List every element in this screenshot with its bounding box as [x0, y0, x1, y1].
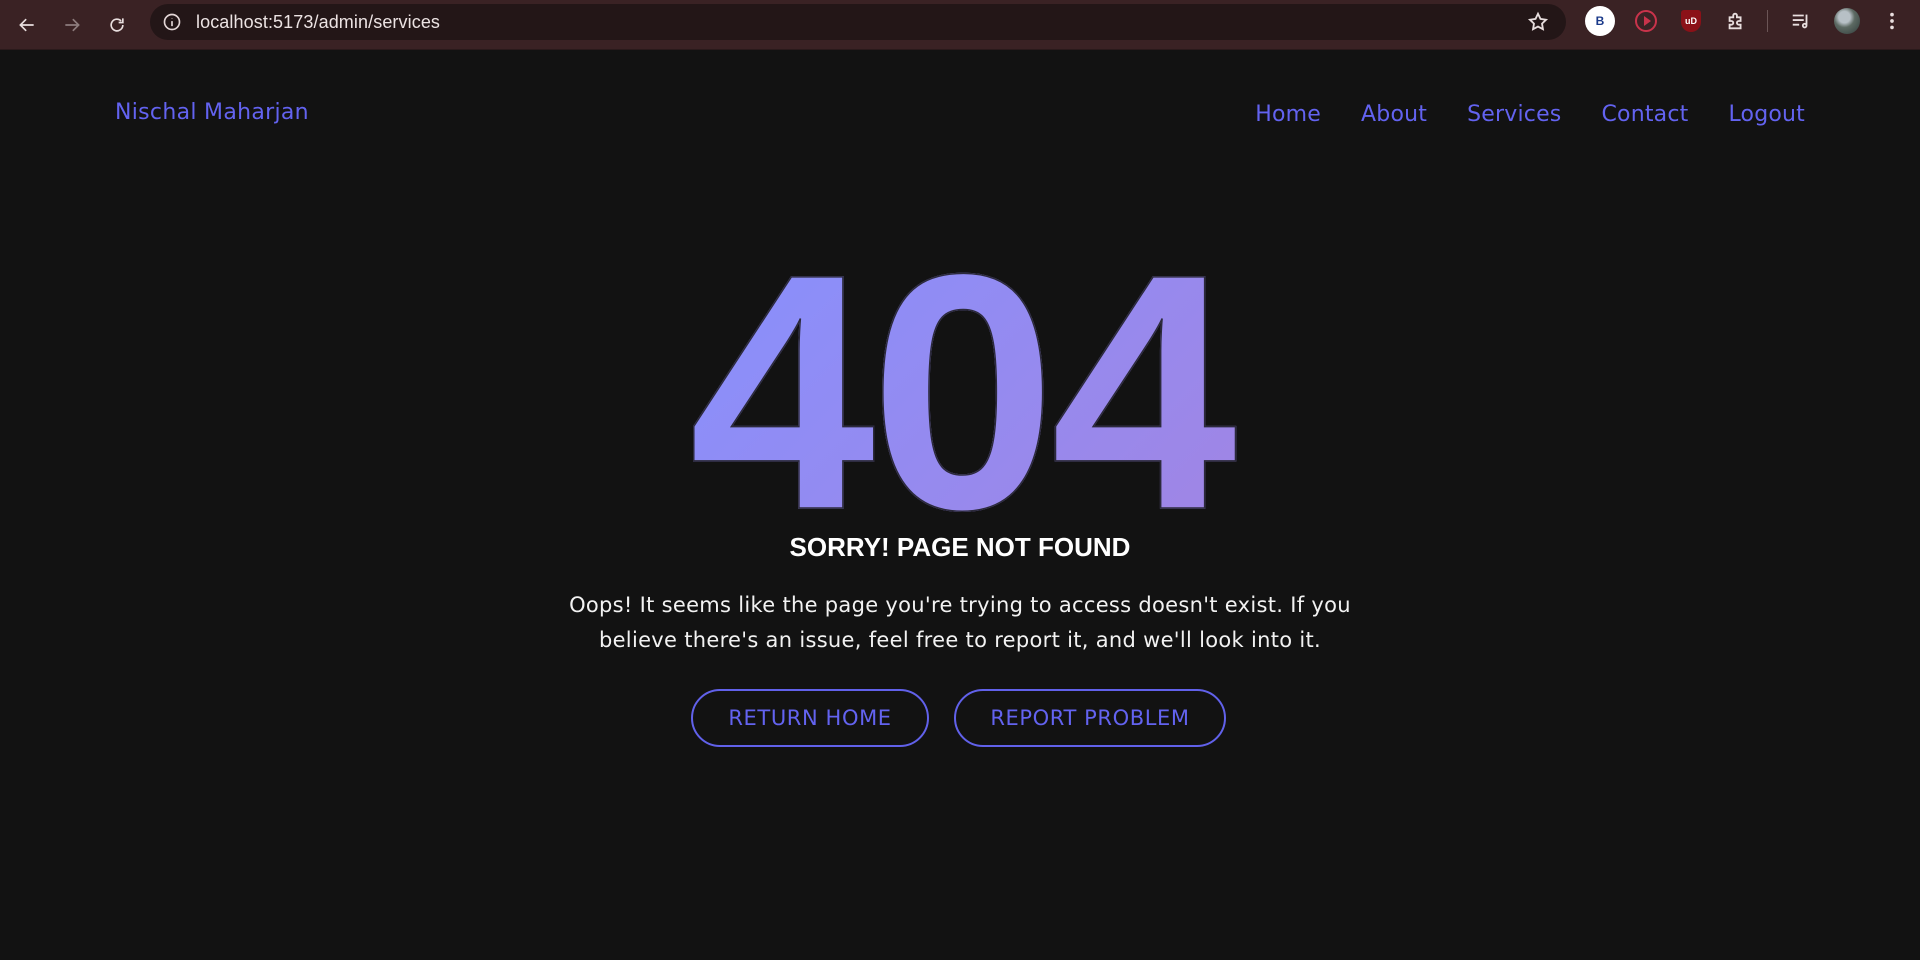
- nav-link-logout[interactable]: Logout: [1728, 102, 1805, 127]
- extension-ublock-button[interactable]: uD: [1675, 5, 1707, 37]
- error-code: 404: [0, 224, 1920, 562]
- browser-toolbar: localhost:5173/admin/services B uD: [0, 0, 1920, 50]
- nav-link-services[interactable]: Services: [1467, 102, 1561, 127]
- error-actions: RETURN HOME REPORT PROBLEM: [0, 689, 1920, 747]
- extension-play-button[interactable]: [1630, 5, 1662, 37]
- return-home-button[interactable]: RETURN HOME: [691, 689, 929, 747]
- main-nav: Home About Services Contact Logout: [1255, 102, 1805, 127]
- back-button[interactable]: [9, 7, 45, 43]
- avatar: [1834, 8, 1860, 34]
- toolbar-divider: [1767, 10, 1768, 32]
- reload-icon: [110, 18, 124, 32]
- page-content: Nischal Maharjan Home About Services Con…: [0, 50, 1920, 960]
- address-bar[interactable]: localhost:5173/admin/services: [150, 4, 1566, 40]
- site-brand[interactable]: Nischal Maharjan: [115, 100, 309, 125]
- media-control-button[interactable]: [1785, 5, 1817, 37]
- bookmark-star-icon[interactable]: [1526, 10, 1550, 34]
- error-message: Oops! It seems like the page you're tryi…: [569, 593, 1351, 652]
- play-icon: [1635, 10, 1657, 32]
- arrow-right-icon: [65, 18, 80, 32]
- playlist-icon: [1792, 14, 1808, 29]
- extension-b-icon: B: [1585, 6, 1615, 36]
- more-vertical-icon: [1890, 12, 1894, 30]
- report-problem-button[interactable]: REPORT PROBLEM: [954, 689, 1226, 747]
- site-info-icon[interactable]: [160, 10, 184, 34]
- arrow-left-icon: [19, 18, 34, 32]
- profile-button[interactable]: [1831, 5, 1863, 37]
- nav-link-home[interactable]: Home: [1255, 102, 1321, 127]
- error-title: SORRY! PAGE NOT FOUND: [789, 532, 1131, 562]
- nav-link-about[interactable]: About: [1361, 102, 1427, 127]
- puzzle-icon: [1728, 12, 1742, 30]
- ublock-icon: uD: [1681, 10, 1701, 32]
- nav-link-contact[interactable]: Contact: [1601, 102, 1688, 127]
- browser-menu-button[interactable]: [1876, 5, 1908, 37]
- extensions-menu-button[interactable]: [1720, 5, 1752, 37]
- forward-button[interactable]: [54, 7, 90, 43]
- extension-b-button[interactable]: B: [1584, 5, 1616, 37]
- url-text[interactable]: localhost:5173/admin/services: [196, 12, 440, 33]
- reload-button[interactable]: [99, 7, 135, 43]
